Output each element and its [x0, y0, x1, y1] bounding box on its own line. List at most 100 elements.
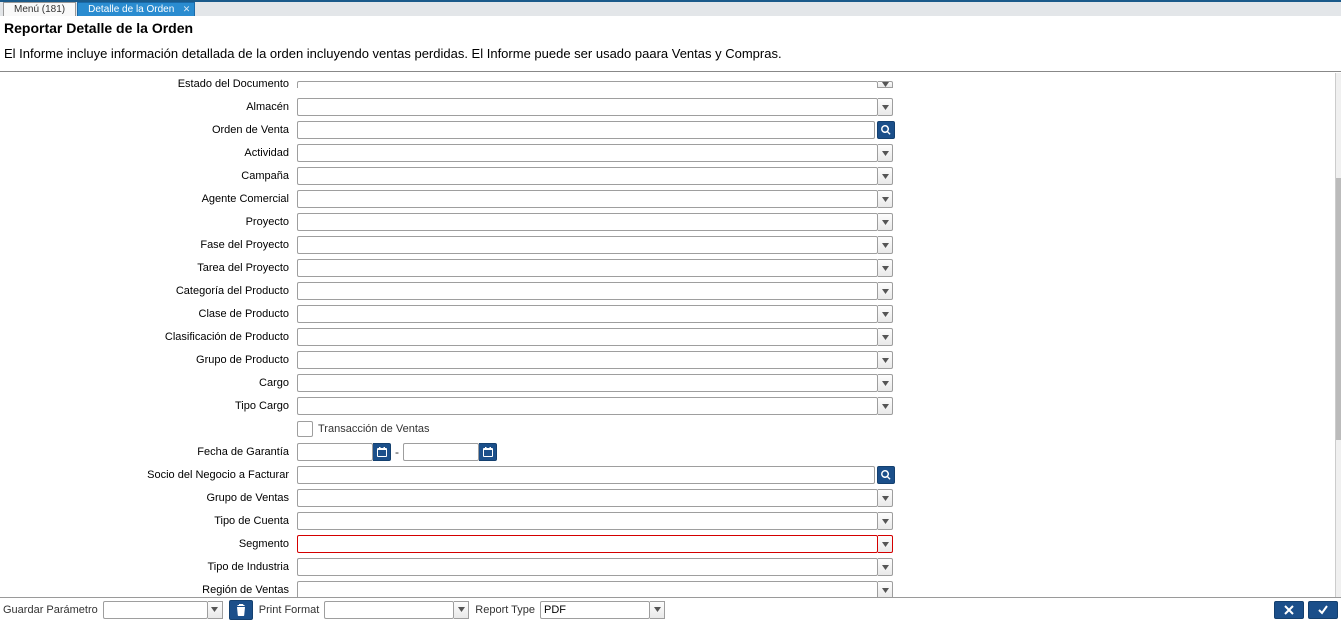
tab-detalle-orden[interactable]: Detalle de la Orden ✕ — [77, 2, 195, 16]
page-title: Reportar Detalle de la Orden — [0, 16, 1341, 38]
bottom-bar: Guardar Parámetro Print Format Report Ty… — [0, 597, 1341, 621]
dropdown-icon[interactable] — [878, 351, 893, 369]
input-tarea[interactable] — [297, 259, 878, 277]
row-orden-venta: Orden de Venta — [0, 121, 1335, 139]
delete-button[interactable] — [229, 600, 253, 620]
row-categoria: Categoría del Producto — [0, 282, 1335, 300]
input-grupo[interactable] — [297, 351, 878, 369]
label-estado: Estado del Documento — [0, 78, 297, 90]
tab-detalle-label: Detalle de la Orden — [88, 4, 174, 15]
dropdown-icon[interactable] — [878, 236, 893, 254]
input-print-format[interactable] — [324, 601, 454, 619]
dropdown-icon[interactable] — [208, 601, 223, 619]
label-grupo-ventas: Grupo de Ventas — [0, 492, 297, 504]
dropdown-icon[interactable] — [454, 601, 469, 619]
input-guardar-parametro[interactable] — [103, 601, 208, 619]
input-tipo-cargo[interactable] — [297, 397, 878, 415]
label-tipo-industria: Tipo de Industria — [0, 561, 297, 573]
label-guardar-parametro: Guardar Parámetro — [3, 604, 98, 616]
label-tarea: Tarea del Proyecto — [0, 262, 297, 274]
dropdown-icon[interactable] — [878, 558, 893, 576]
dropdown-icon[interactable] — [878, 144, 893, 162]
input-estado[interactable] — [297, 81, 878, 88]
label-almacen: Almacén — [0, 101, 297, 113]
label-grupo: Grupo de Producto — [0, 354, 297, 366]
calendar-icon[interactable] — [373, 443, 391, 461]
row-tipo-industria: Tipo de Industria — [0, 558, 1335, 576]
input-campana[interactable] — [297, 167, 878, 185]
label-actividad: Actividad — [0, 147, 297, 159]
label-clasif: Clasificación de Producto — [0, 331, 297, 343]
row-socio: Socio del Negocio a Facturar — [0, 466, 1335, 484]
dropdown-icon[interactable] — [650, 601, 665, 619]
row-almacen: Almacén — [0, 98, 1335, 116]
scrollbar[interactable] — [1336, 73, 1341, 597]
dropdown-icon[interactable] — [878, 213, 893, 231]
row-campana: Campaña — [0, 167, 1335, 185]
input-categoria[interactable] — [297, 282, 878, 300]
dropdown-icon[interactable] — [878, 81, 893, 88]
input-socio[interactable] — [297, 466, 875, 484]
zoom-icon[interactable] — [877, 121, 895, 139]
input-garantia-from[interactable] — [297, 443, 373, 461]
input-actividad[interactable] — [297, 144, 878, 162]
input-clasif[interactable] — [297, 328, 878, 346]
dropdown-icon[interactable] — [878, 489, 893, 507]
ok-button[interactable] — [1308, 601, 1338, 619]
input-clase[interactable] — [297, 305, 878, 323]
row-actividad: Actividad — [0, 144, 1335, 162]
input-agente[interactable] — [297, 190, 878, 208]
row-trans: Transacción de Ventas — [0, 420, 1335, 438]
label-categoria: Categoría del Producto — [0, 285, 297, 297]
row-agente: Agente Comercial — [0, 190, 1335, 208]
label-orden-venta: Orden de Venta — [0, 124, 297, 136]
row-region: Región de Ventas — [0, 581, 1335, 597]
zoom-icon[interactable] — [877, 466, 895, 484]
dropdown-icon[interactable] — [878, 328, 893, 346]
dropdown-icon[interactable] — [878, 374, 893, 392]
dropdown-icon[interactable] — [878, 282, 893, 300]
input-fase[interactable] — [297, 236, 878, 254]
row-tipo-cargo: Tipo Cargo — [0, 397, 1335, 415]
input-almacen[interactable] — [297, 98, 878, 116]
tab-menu[interactable]: Menú (181) — [3, 2, 76, 16]
close-icon[interactable]: ✕ — [183, 4, 191, 15]
row-clasif: Clasificación de Producto — [0, 328, 1335, 346]
label-print-format: Print Format — [259, 604, 320, 616]
label-segmento: Segmento — [0, 538, 297, 550]
input-proyecto[interactable] — [297, 213, 878, 231]
scrollbar-thumb[interactable] — [1336, 178, 1341, 440]
dropdown-icon[interactable] — [878, 190, 893, 208]
input-report-type[interactable] — [540, 601, 650, 619]
dropdown-icon[interactable] — [878, 512, 893, 530]
dropdown-icon[interactable] — [878, 397, 893, 415]
label-region: Región de Ventas — [0, 584, 297, 596]
dropdown-icon[interactable] — [878, 259, 893, 277]
cancel-button[interactable] — [1274, 601, 1304, 619]
form-area: Estado del Documento Almacén Orden de Ve… — [0, 73, 1336, 597]
label-agente: Agente Comercial — [0, 193, 297, 205]
label-clase: Clase de Producto — [0, 308, 297, 320]
input-cargo[interactable] — [297, 374, 878, 392]
input-garantia-to[interactable] — [403, 443, 479, 461]
date-separator: - — [395, 445, 399, 459]
input-segmento[interactable] — [297, 535, 878, 553]
label-tipo-cargo: Tipo Cargo — [0, 400, 297, 412]
calendar-icon[interactable] — [479, 443, 497, 461]
dropdown-icon[interactable] — [878, 535, 893, 553]
label-report-type: Report Type — [475, 604, 535, 616]
row-fase: Fase del Proyecto — [0, 236, 1335, 254]
dropdown-icon[interactable] — [878, 581, 893, 597]
input-grupo-ventas[interactable] — [297, 489, 878, 507]
input-tipo-industria[interactable] — [297, 558, 878, 576]
input-region[interactable] — [297, 581, 878, 597]
input-tipo-cuenta[interactable] — [297, 512, 878, 530]
checkbox-transaccion-ventas[interactable] — [297, 421, 313, 437]
dropdown-icon[interactable] — [878, 305, 893, 323]
dropdown-icon[interactable] — [878, 98, 893, 116]
input-orden-venta[interactable] — [297, 121, 875, 139]
row-clase: Clase de Producto — [0, 305, 1335, 323]
row-segmento: Segmento — [0, 535, 1335, 553]
label-cargo: Cargo — [0, 377, 297, 389]
dropdown-icon[interactable] — [878, 167, 893, 185]
